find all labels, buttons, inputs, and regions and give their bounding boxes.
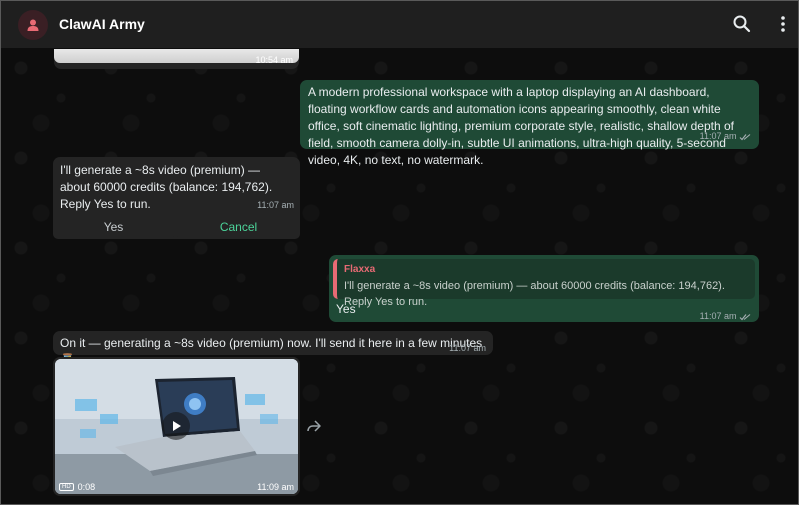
outgoing-message-prompt[interactable]: A modern professional workspace with a l… [300, 80, 759, 167]
double-check-icon [739, 313, 751, 320]
more-vertical-icon[interactable] [773, 14, 793, 34]
quoted-text: I'll generate a ~8s video (premium) — ab… [344, 280, 725, 308]
avatar[interactable] [18, 10, 48, 40]
play-icon [173, 421, 181, 431]
incoming-message-status[interactable]: On it — generating a ~8s video (premium)… [53, 331, 493, 367]
video-duration: HD 0:08 [59, 482, 95, 492]
outgoing-message-reply[interactable]: Flaxxa I'll generate a ~8s video (premiu… [329, 255, 759, 322]
message-time: 11:07 am [700, 308, 751, 325]
message-time: 10:54 am [255, 55, 293, 65]
search-icon[interactable] [732, 14, 752, 34]
message-time: 11:07 am [257, 200, 294, 210]
quoted-sender: Flaxxa [344, 264, 376, 275]
message-time: 11:07 am [700, 128, 751, 145]
media-message-partial[interactable]: 10:54 am [54, 49, 299, 69]
message-time: 11:07 am [449, 343, 486, 353]
message-text: Yes [336, 302, 356, 316]
hd-badge: HD [59, 483, 74, 491]
app-frame: ClawAI Army 10:54 am A modern profession… [0, 0, 799, 505]
play-button[interactable] [162, 412, 190, 440]
person-icon [27, 19, 39, 31]
yes-button[interactable]: Yes [53, 214, 174, 239]
forward-icon[interactable] [306, 419, 322, 433]
chat-header: ClawAI Army [1, 1, 798, 48]
chat-title[interactable]: ClawAI Army [59, 16, 145, 32]
cancel-button[interactable]: Cancel [177, 214, 300, 239]
quoted-message[interactable]: Flaxxa I'll generate a ~8s video (premiu… [333, 259, 755, 308]
video-message[interactable]: HD 0:08 11:09 am [53, 357, 300, 496]
double-check-icon [739, 133, 751, 140]
message-text: A modern professional workspace with a l… [308, 85, 734, 167]
message-time: 11:09 am [257, 482, 294, 492]
